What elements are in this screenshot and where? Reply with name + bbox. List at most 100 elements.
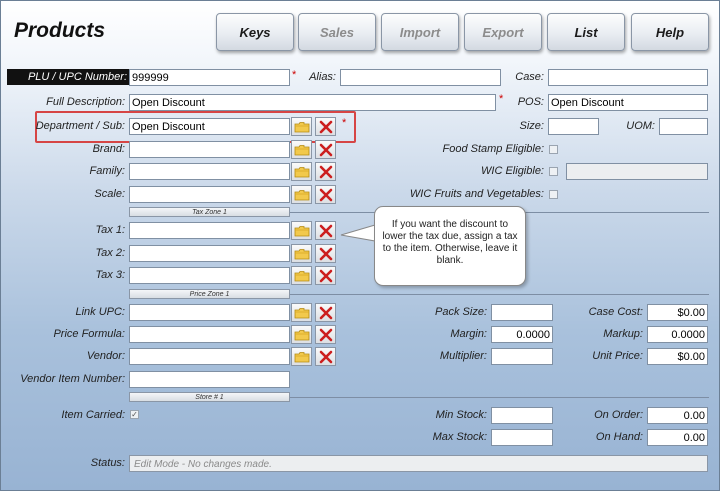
department-browse-button[interactable] [291, 117, 312, 136]
vendor-browse-button[interactable] [291, 347, 312, 366]
plu-label: PLU / UPC Number: [7, 69, 129, 85]
price-formula-input[interactable] [129, 326, 290, 343]
help-button[interactable]: Help [631, 13, 709, 51]
alias-input[interactable] [340, 69, 501, 86]
markup-label: Markup: [603, 328, 643, 340]
vendor-item-input[interactable] [129, 371, 290, 388]
department-input[interactable]: Open Discount [129, 118, 290, 135]
family-clear-button[interactable] [315, 162, 336, 181]
import-button[interactable]: Import [381, 13, 459, 51]
price-zone-header: Price Zone 1 [129, 289, 290, 299]
tax1-browse-button[interactable] [291, 221, 312, 240]
folder-icon [294, 121, 309, 132]
min-stock-input[interactable] [491, 407, 553, 424]
plu-input[interactable]: 999999 [129, 69, 290, 86]
wic-eligible-label: WIC Eligible: [481, 165, 544, 177]
department-clear-button[interactable] [315, 117, 336, 136]
family-label: Family: [89, 165, 125, 177]
case-input[interactable] [548, 69, 708, 86]
status-label: Status: [90, 457, 125, 469]
multiplier-label: Multiplier: [439, 350, 487, 362]
unit-price-input[interactable]: $0.00 [647, 348, 708, 365]
callout-pointer [340, 224, 376, 242]
tax3-label: Tax 3: [95, 269, 125, 281]
food-stamp-checkbox[interactable] [549, 145, 558, 154]
tax3-clear-button[interactable] [315, 266, 336, 285]
pos-label: POS: [517, 96, 544, 108]
link-upc-browse-button[interactable] [291, 303, 312, 322]
family-browse-button[interactable] [291, 162, 312, 181]
brand-input[interactable] [129, 141, 290, 158]
wic-fruits-checkbox[interactable] [549, 190, 558, 199]
price-formula-clear-button[interactable] [315, 325, 336, 344]
min-stock-label: Min Stock: [435, 409, 487, 421]
vendor-label: Vendor: [86, 350, 125, 362]
tax2-clear-button[interactable] [315, 244, 336, 263]
tax1-input[interactable] [129, 222, 290, 239]
link-upc-clear-button[interactable] [315, 303, 336, 322]
uom-input[interactable] [659, 118, 708, 135]
tax2-input[interactable] [129, 245, 290, 262]
alias-label: Alias: [309, 71, 336, 83]
folder-icon [294, 329, 309, 340]
on-order-input[interactable]: 0.00 [647, 407, 708, 424]
margin-input[interactable]: 0.0000 [491, 326, 553, 343]
family-input[interactable] [129, 163, 290, 180]
uom-label: UOM: [626, 120, 655, 132]
case-cost-input[interactable]: $0.00 [647, 304, 708, 321]
price-formula-label: Price Formula: [53, 328, 125, 340]
max-stock-label: Max Stock: [432, 431, 487, 443]
scale-clear-button[interactable] [315, 185, 336, 204]
sales-button[interactable]: Sales [298, 13, 376, 51]
red-x-icon [319, 328, 332, 341]
store-header: Store # 1 [129, 392, 290, 402]
brand-browse-button[interactable] [291, 140, 312, 159]
scale-label: Scale: [94, 188, 125, 200]
max-stock-input[interactable] [491, 429, 553, 446]
red-x-icon [319, 120, 332, 133]
tax-tip-callout: If you want the discount to lower the ta… [374, 206, 526, 286]
multiplier-input[interactable] [491, 348, 553, 365]
list-button[interactable]: List [547, 13, 625, 51]
markup-input[interactable]: 0.0000 [647, 326, 708, 343]
vendor-input[interactable] [129, 348, 290, 365]
folder-icon [294, 225, 309, 236]
full-description-label: Full Description: [46, 96, 125, 108]
required-mark: * [292, 69, 297, 81]
scale-browse-button[interactable] [291, 185, 312, 204]
red-x-icon [319, 188, 332, 201]
on-hand-input[interactable]: 0.00 [647, 429, 708, 446]
pack-size-input[interactable] [491, 304, 553, 321]
size-input[interactable] [548, 118, 599, 135]
wic-fruits-label: WIC Fruits and Vegetables: [409, 188, 544, 200]
status-field: Edit Mode - No changes made. [129, 455, 708, 472]
wic-input[interactable] [566, 163, 708, 180]
export-button[interactable]: Export [464, 13, 542, 51]
margin-label: Margin: [450, 328, 487, 340]
scale-input[interactable] [129, 186, 290, 203]
tax2-browse-button[interactable] [291, 244, 312, 263]
required-mark: * [342, 117, 347, 129]
keys-button[interactable]: Keys [216, 13, 294, 51]
item-carried-checkbox[interactable]: ✓ [130, 410, 139, 419]
tax3-browse-button[interactable] [291, 266, 312, 285]
vendor-item-label: Vendor Item Number: [20, 373, 125, 385]
full-description-input[interactable]: Open Discount [129, 94, 496, 111]
wic-eligible-checkbox[interactable] [549, 167, 558, 176]
size-label: Size: [519, 120, 544, 132]
page-title: Products [14, 19, 106, 42]
folder-icon [294, 248, 309, 259]
price-formula-browse-button[interactable] [291, 325, 312, 344]
brand-clear-button[interactable] [315, 140, 336, 159]
red-x-icon [319, 350, 332, 363]
folder-icon [294, 144, 309, 155]
products-window: Products Keys Sales Import Export List H… [0, 0, 720, 491]
tax1-clear-button[interactable] [315, 221, 336, 240]
unit-price-label: Unit Price: [592, 350, 643, 362]
link-upc-input[interactable] [129, 304, 290, 321]
vendor-clear-button[interactable] [315, 347, 336, 366]
link-upc-label: Link UPC: [75, 306, 125, 318]
tax3-input[interactable] [129, 267, 290, 284]
pos-input[interactable]: Open Discount [548, 94, 708, 111]
on-hand-label: On Hand: [595, 431, 643, 443]
